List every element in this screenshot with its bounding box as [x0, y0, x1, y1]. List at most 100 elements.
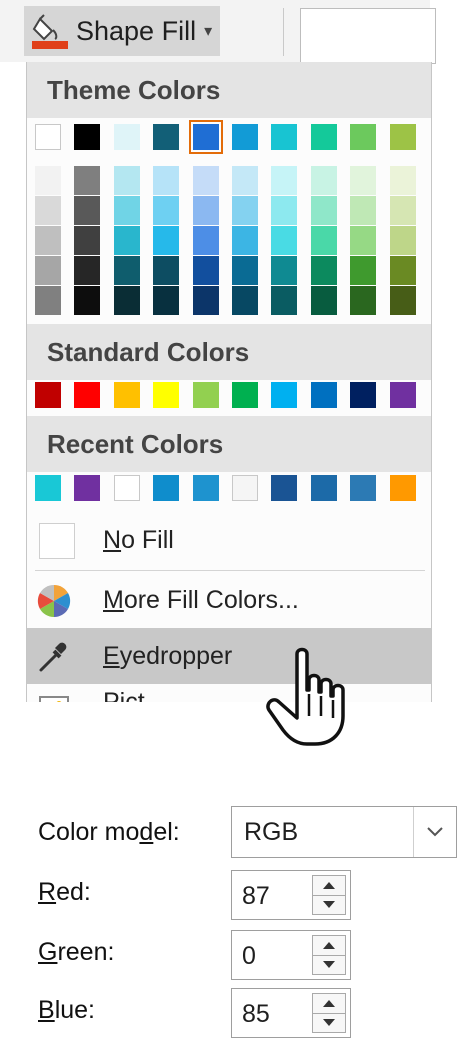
standard-color-swatch[interactable]	[232, 382, 258, 408]
more-colors-mnemonic: M	[103, 585, 124, 614]
theme-shade-swatch[interactable]	[192, 286, 219, 315]
theme-shade-swatch[interactable]	[74, 166, 101, 195]
blue-increment-button[interactable]	[313, 994, 345, 1014]
theme-shade-swatch[interactable]	[271, 256, 298, 285]
caret-down-icon	[323, 961, 335, 968]
recent-color-swatch[interactable]	[389, 475, 416, 501]
red-spin-buttons	[312, 875, 346, 915]
blue-decrement-button[interactable]	[313, 1013, 345, 1032]
green-increment-button[interactable]	[313, 936, 345, 956]
theme-shade-swatch[interactable]	[113, 196, 140, 225]
recent-color-swatch[interactable]	[350, 475, 377, 501]
theme-shade-swatch[interactable]	[310, 256, 337, 285]
theme-shade-swatch[interactable]	[271, 286, 298, 315]
theme-color-swatch[interactable]	[350, 124, 377, 150]
theme-shade-swatch[interactable]	[35, 196, 61, 225]
color-model-dropdown-button[interactable]	[413, 807, 456, 857]
theme-color-swatch[interactable]	[35, 124, 61, 150]
standard-color-swatch[interactable]	[153, 382, 180, 408]
theme-shade-swatch[interactable]	[113, 226, 140, 255]
standard-color-swatch[interactable]	[35, 382, 61, 408]
more-fill-colors-menu-item[interactable]: More Fill Colors...	[27, 572, 431, 628]
theme-color-swatch[interactable]	[232, 124, 258, 150]
theme-color-swatch[interactable]	[188, 120, 223, 154]
theme-shade-swatch[interactable]	[232, 256, 258, 285]
recent-color-swatch[interactable]	[35, 475, 61, 501]
theme-color-swatch[interactable]	[271, 124, 298, 150]
theme-shade-swatch[interactable]	[350, 286, 377, 315]
theme-shade-swatch[interactable]	[74, 196, 101, 225]
recent-color-swatch[interactable]	[153, 475, 180, 501]
theme-shade-swatch[interactable]	[153, 256, 180, 285]
recent-color-swatch[interactable]	[113, 475, 140, 501]
standard-color-swatch[interactable]	[271, 382, 298, 408]
theme-shade-swatch[interactable]	[74, 256, 101, 285]
blue-spinner[interactable]: 85	[231, 988, 351, 1038]
theme-shade-swatch[interactable]	[232, 166, 258, 195]
color-model-select[interactable]: RGB	[231, 806, 457, 858]
theme-shade-swatch[interactable]	[271, 166, 298, 195]
theme-shade-swatch[interactable]	[389, 226, 416, 255]
recent-color-swatch[interactable]	[271, 475, 298, 501]
theme-shade-swatch[interactable]	[232, 196, 258, 225]
green-decrement-button[interactable]	[313, 955, 345, 974]
standard-color-swatch[interactable]	[310, 382, 337, 408]
standard-color-swatch[interactable]	[389, 382, 416, 408]
theme-shade-swatch[interactable]	[35, 166, 61, 195]
theme-color-swatch[interactable]	[113, 124, 140, 150]
theme-shade-swatch[interactable]	[310, 196, 337, 225]
red-increment-button[interactable]	[313, 876, 345, 896]
theme-shade-swatch[interactable]	[232, 286, 258, 315]
red-decrement-button[interactable]	[313, 895, 345, 914]
theme-shade-swatch[interactable]	[389, 256, 416, 285]
theme-shade-swatch[interactable]	[389, 196, 416, 225]
theme-shade-swatch[interactable]	[389, 166, 416, 195]
standard-color-swatch[interactable]	[350, 382, 377, 408]
red-spinner[interactable]: 87	[231, 870, 351, 920]
theme-shade-swatch[interactable]	[310, 226, 337, 255]
theme-color-swatch[interactable]	[153, 124, 180, 150]
theme-shade-swatch[interactable]	[35, 256, 61, 285]
theme-shade-swatch[interactable]	[153, 286, 180, 315]
theme-shade-swatch[interactable]	[113, 166, 140, 195]
recent-color-swatch[interactable]	[232, 475, 258, 501]
theme-shade-swatch[interactable]	[113, 286, 140, 315]
recent-color-swatch[interactable]	[74, 475, 101, 501]
theme-shade-swatch[interactable]	[310, 166, 337, 195]
theme-shade-swatch[interactable]	[74, 226, 101, 255]
theme-shade-swatch[interactable]	[35, 286, 61, 315]
theme-shade-swatch[interactable]	[153, 196, 180, 225]
theme-shade-swatch[interactable]	[192, 256, 219, 285]
shape-fill-button[interactable]: Shape Fill ▾	[24, 6, 220, 56]
ribbon-gallery[interactable]	[300, 8, 436, 64]
theme-shade-swatch[interactable]	[192, 226, 219, 255]
theme-shade-swatch[interactable]	[113, 256, 140, 285]
theme-shade-swatch[interactable]	[350, 166, 377, 195]
theme-shade-swatch[interactable]	[153, 226, 180, 255]
theme-shade-swatch[interactable]	[192, 166, 219, 195]
green-spinner[interactable]: 0	[231, 930, 351, 980]
standard-color-swatch[interactable]	[113, 382, 140, 408]
theme-color-swatch[interactable]	[389, 124, 416, 150]
theme-shade-swatch[interactable]	[350, 196, 377, 225]
theme-shade-swatch[interactable]	[271, 226, 298, 255]
recent-color-swatch[interactable]	[192, 475, 219, 501]
picture-menu-item[interactable]: Pict	[27, 686, 431, 702]
theme-shade-swatch[interactable]	[271, 196, 298, 225]
theme-shade-swatch[interactable]	[350, 256, 377, 285]
standard-color-swatch[interactable]	[74, 382, 101, 408]
theme-color-swatch[interactable]	[74, 124, 101, 150]
eyedropper-menu-item[interactable]: Eyedropper	[27, 628, 431, 684]
theme-shade-swatch[interactable]	[232, 226, 258, 255]
theme-shade-swatch[interactable]	[35, 226, 61, 255]
standard-color-swatch[interactable]	[192, 382, 219, 408]
no-fill-menu-item[interactable]: No Fill	[27, 512, 431, 568]
theme-color-swatch[interactable]	[310, 124, 337, 150]
theme-shade-swatch[interactable]	[192, 196, 219, 225]
theme-shade-swatch[interactable]	[74, 286, 101, 315]
recent-color-swatch[interactable]	[310, 475, 337, 501]
theme-shade-swatch[interactable]	[350, 226, 377, 255]
theme-shade-swatch[interactable]	[310, 286, 337, 315]
theme-shade-swatch[interactable]	[389, 286, 416, 315]
theme-shade-swatch[interactable]	[153, 166, 180, 195]
